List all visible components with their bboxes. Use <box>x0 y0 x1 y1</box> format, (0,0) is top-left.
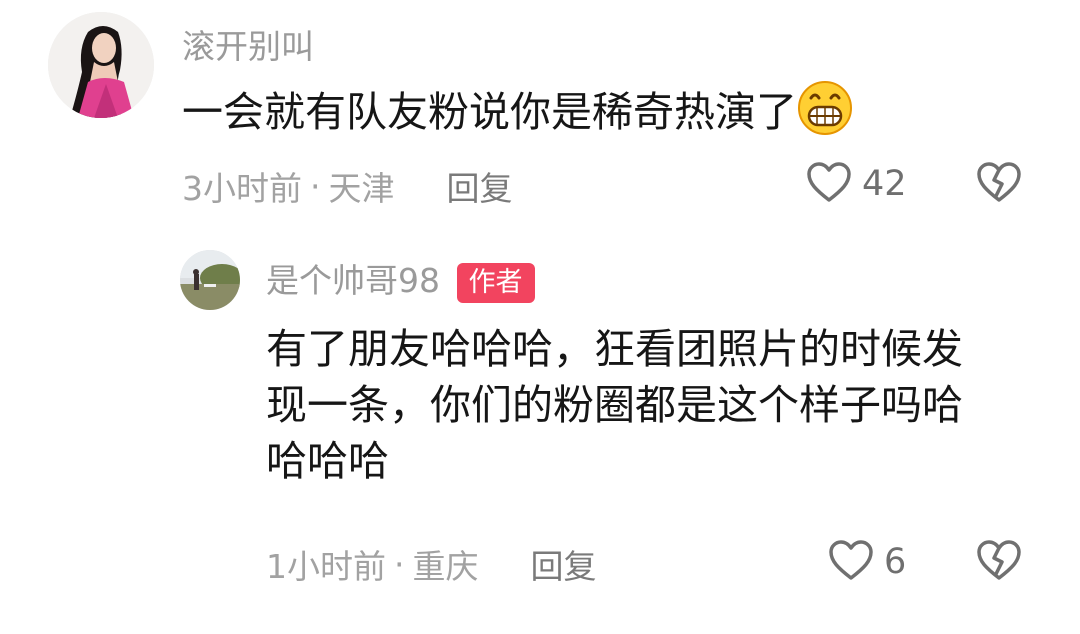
heart-outline-icon <box>828 538 874 586</box>
user-avatar[interactable] <box>180 250 240 310</box>
comment-text: 一会就有队友粉说你是稀奇热演了 <box>182 80 853 141</box>
comment-text-line: 有了朋友哈哈哈，狂看团照片的时候发 <box>266 325 963 373</box>
meta-separator: · <box>394 544 405 584</box>
comment-time: 1小时前 <box>266 547 386 586</box>
like-count: 42 <box>862 164 907 204</box>
comment-meta: 1小时前 · 重庆 回复 <box>266 540 597 588</box>
heart-outline-icon <box>806 160 852 208</box>
comment-2: 是个帅哥98 作者 有了朋友哈哈哈，狂看团照片的时候发 现一条，你们的粉圈都是这… <box>0 230 1080 634</box>
comment-meta: 3小时前 · 天津 回复 <box>182 162 513 210</box>
like-count: 6 <box>884 542 907 582</box>
meta-separator: · <box>310 166 321 206</box>
comment-username[interactable]: 滚开别叫 <box>182 20 314 68</box>
comment-1: 滚开别叫 一会就有队友粉说你是稀奇热演了 3小时前 · 天津 回复 42 <box>0 0 1080 230</box>
like-button[interactable]: 42 <box>806 160 907 208</box>
dislike-button[interactable] <box>976 538 1022 586</box>
comment-time: 3小时前 <box>182 169 302 208</box>
username-text: 是个帅哥98 <box>266 261 440 300</box>
grinning-face-emoji-icon <box>797 80 853 136</box>
comment-text-line: 现一条，你们的粉圈都是这个样子吗哈 <box>266 380 963 429</box>
comment-text-line: 哈哈哈 <box>266 436 389 485</box>
comment-text-content: 一会就有队友粉说你是稀奇热演了 <box>182 88 797 136</box>
dislike-button[interactable] <box>976 160 1022 208</box>
comment-location: 重庆 <box>412 547 479 586</box>
author-badge: 作者 <box>456 262 535 303</box>
comment-text: 有了朋友哈哈哈，狂看团照片的时候发 现一条，你们的粉圈都是这个样子吗哈 哈哈哈 <box>266 322 963 489</box>
comment-username[interactable]: 是个帅哥98 作者 <box>266 254 535 303</box>
broken-heart-icon <box>976 540 1022 586</box>
reply-button[interactable]: 回复 <box>447 162 513 210</box>
broken-heart-icon <box>976 162 1022 208</box>
comment-location: 天津 <box>328 169 395 208</box>
like-button[interactable]: 6 <box>828 538 906 586</box>
reply-button[interactable]: 回复 <box>531 540 597 588</box>
user-avatar[interactable] <box>48 12 154 118</box>
